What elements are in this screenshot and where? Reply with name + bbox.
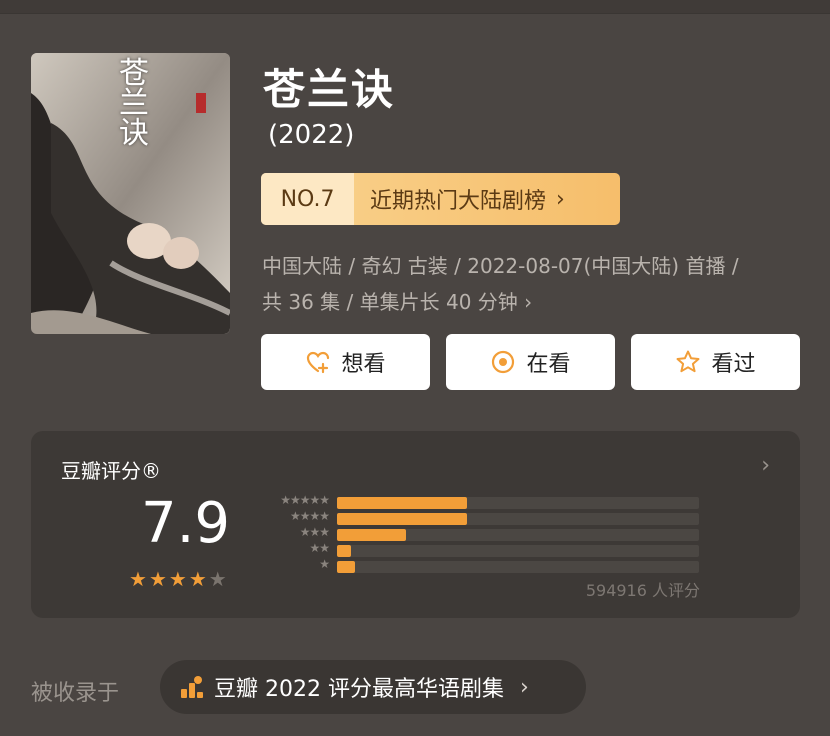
rating-row-2-star: ★★ [259,541,729,557]
watched-button[interactable]: 看过 [631,334,800,390]
star-filled-icon: ★ [188,567,207,591]
poster-image[interactable]: 苍兰诀 [31,53,230,334]
rating-count: 594916 人评分 [585,581,700,600]
ranking-bars-icon [181,676,203,698]
collection-chip-label: 豆瓣 2022 评分最高华语剧集 [214,677,504,702]
rating-stars: ★ ★ ★ ★ ★ [129,569,227,589]
poster-title: 苍兰诀 [119,56,149,151]
rating-bar-fill [337,497,468,509]
meta-line-2[interactable]: 共 36 集 / 单集片长 40 分钟 › [262,286,532,315]
meta-line-1: 中国大陆 / 奇幻 古装 / 2022-08-07(中国大陆) 首播 / [262,254,739,278]
watching-button[interactable]: 在看 [446,334,615,390]
rating-bar-fill [337,545,352,557]
rating-bar-fill [337,513,468,525]
collection-chip[interactable]: 豆瓣 2022 评分最高华语剧集 › [160,660,586,714]
star-empty-icon: ★ [208,567,227,591]
included-label: 被收录于 [31,681,120,706]
star-filled-icon: ★ [148,567,167,591]
rating-row-stars-icon: ★★★★★ [280,493,330,507]
rating-bar-track [337,561,699,573]
rating-row-1-star: ★ [259,557,729,573]
rating-bar-track [337,513,699,525]
chevron-right-icon[interactable]: › [761,453,770,478]
rating-row-stars-icon: ★★ [309,541,329,555]
rating-row-stars-icon: ★ [319,557,330,571]
rating-bar-fill [337,561,356,573]
heart-plus-icon [307,351,330,374]
target-icon [492,350,515,374]
rating-row-stars-icon: ★★★★ [289,509,330,523]
rating-row-5-star: ★★★★★ [259,493,729,509]
rating-bar-fill [337,529,406,541]
rating-bar-track [337,545,699,557]
rating-row-4-star: ★★★★ [259,509,729,525]
rating-bar-track [337,497,699,509]
rating-bar-track [337,529,699,541]
rank-number: NO.7 [261,173,354,225]
chevron-right-icon: › [519,674,529,700]
work-title: 苍兰诀 [263,65,396,114]
want-to-watch-label: 想看 [341,352,386,377]
watched-label: 看过 [711,352,756,377]
rating-panel-title: 豆瓣评分® [61,459,161,483]
rating-row-stars-icon: ★★★ [299,525,330,539]
want-to-watch-button[interactable]: 想看 [261,334,430,390]
chevron-right-icon: › [556,186,565,212]
rating-panel[interactable]: 豆瓣评分® › 7.9 ★ ★ ★ ★ ★ ★★★★★ ★★★★ ★★★ ★★ ★ 594916… [31,431,800,618]
rating-row-3-star: ★★★ [259,525,729,541]
top-divider [0,0,830,14]
rank-banner[interactable]: NO.7 近期热门大陆剧榜 › [261,173,620,225]
work-year: (2022) [268,120,355,150]
star-filled-icon: ★ [168,567,187,591]
rating-score: 7.9 [141,491,231,556]
rank-label-wrap: 近期热门大陆剧榜 › [354,173,620,225]
poster-seal [196,93,206,113]
watching-label: 在看 [526,352,571,377]
star-outline-icon [676,350,700,373]
star-filled-icon: ★ [129,567,147,591]
rank-label: 近期热门大陆剧榜 [370,189,547,214]
